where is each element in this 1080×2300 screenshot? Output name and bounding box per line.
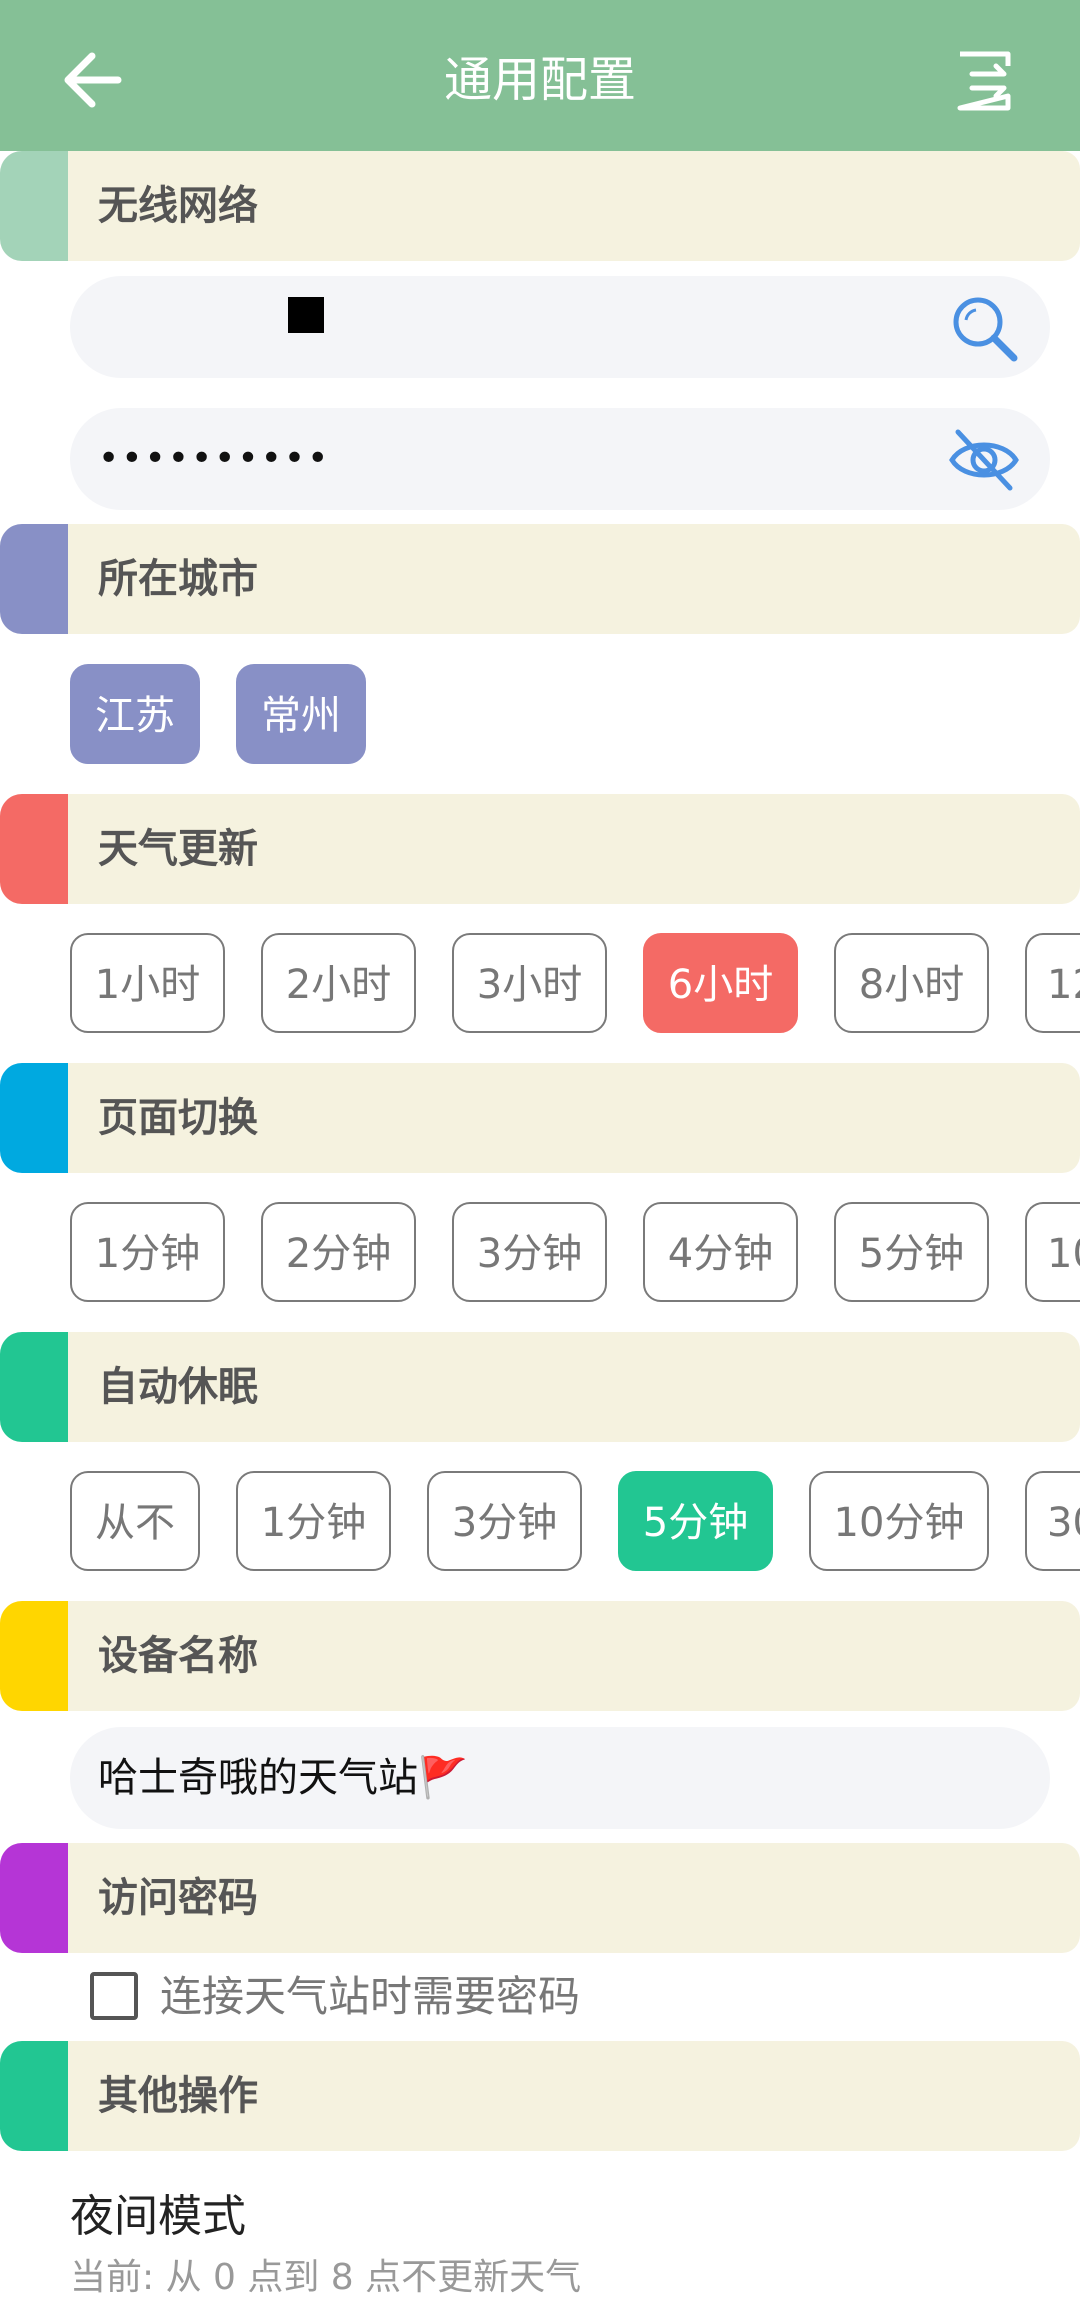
weather-option-selected[interactable]: 6小时 [643,933,798,1033]
section-color-bar [0,2041,72,2151]
section-color-bar [0,1063,72,1173]
section-title: 访问密码 [98,1875,258,1921]
section-title: 设备名称 [98,1633,258,1679]
province-chip[interactable]: 江苏 [70,664,200,764]
page-switch-option[interactable]: 5分钟 [834,1202,989,1302]
sleep-option-selected[interactable]: 5分钟 [618,1471,773,1571]
sleep-option[interactable]: 3分钟 [427,1471,582,1571]
page-title: 通用配置 [443,52,636,108]
section-color-bar [0,151,72,261]
checkbox-icon[interactable] [90,1972,138,2020]
ssid-mask-icon [288,297,324,333]
search-icon[interactable] [948,292,1020,364]
wifi-ssid-field[interactable] [70,276,1050,378]
section-device-name: 设备名称 [0,1601,1080,1711]
weather-option[interactable]: 8小时 [834,933,989,1033]
section-color-bar [0,524,72,634]
section-color-bar [0,1332,72,1442]
section-city: 所在城市 [0,524,1080,634]
eye-off-icon[interactable] [948,424,1020,496]
section-weather-update: 天气更新 [0,794,1080,904]
sleep-option[interactable]: 10分钟 [809,1471,989,1571]
device-name-field[interactable]: 哈士奇哦的天气站🚩 [70,1727,1050,1829]
exit-icon[interactable] [950,46,1020,116]
page-switch-option[interactable]: 3分钟 [452,1202,607,1302]
page-switch-option[interactable]: 10分钟 [1025,1202,1080,1302]
section-wifi: 无线网络 [0,151,1080,261]
checkbox-label: 连接天气站时需要密码 [160,1972,581,2021]
section-title: 天气更新 [98,826,258,872]
section-title: 页面切换 [98,1095,258,1141]
page-switch-option[interactable]: 4分钟 [643,1202,798,1302]
section-title: 所在城市 [98,556,258,602]
night-mode-description: 当前: 从 0 点到 8 点不更新天气 [70,2257,582,2298]
section-color-bar [0,1601,72,1711]
weather-option[interactable]: 3小时 [452,933,607,1033]
app-bar: 通用配置 [0,0,1080,151]
wifi-password-field[interactable]: •••••••••• [70,408,1050,510]
page-switch-option[interactable]: 2分钟 [261,1202,416,1302]
night-mode-title[interactable]: 夜间模式 [70,2180,246,2244]
device-name-value: 哈士奇哦的天气站🚩 [98,1755,468,1801]
section-title: 自动休眠 [98,1364,258,1410]
weather-option[interactable]: 12小时 [1025,933,1080,1033]
sleep-option[interactable]: 1分钟 [236,1471,391,1571]
section-color-bar [0,1843,72,1953]
section-color-bar [0,794,72,904]
page-switch-option[interactable]: 1分钟 [70,1202,225,1302]
weather-option[interactable]: 1小时 [70,933,225,1033]
weather-option[interactable]: 2小时 [261,933,416,1033]
section-title: 无线网络 [98,183,258,229]
section-auto-sleep: 自动休眠 [0,1332,1080,1442]
section-title: 其他操作 [98,2073,258,2119]
section-other: 其他操作 [0,2041,1080,2151]
city-chip[interactable]: 常州 [236,664,366,764]
section-page-switch: 页面切换 [0,1063,1080,1173]
require-password-checkbox[interactable]: 连接天气站时需要密码 [90,1962,990,2032]
sleep-option[interactable]: 从不 [70,1471,200,1571]
section-access-password: 访问密码 [0,1843,1080,1953]
sleep-option[interactable]: 30分钟 [1025,1471,1080,1571]
wifi-password-value: •••••••••• [98,438,331,479]
